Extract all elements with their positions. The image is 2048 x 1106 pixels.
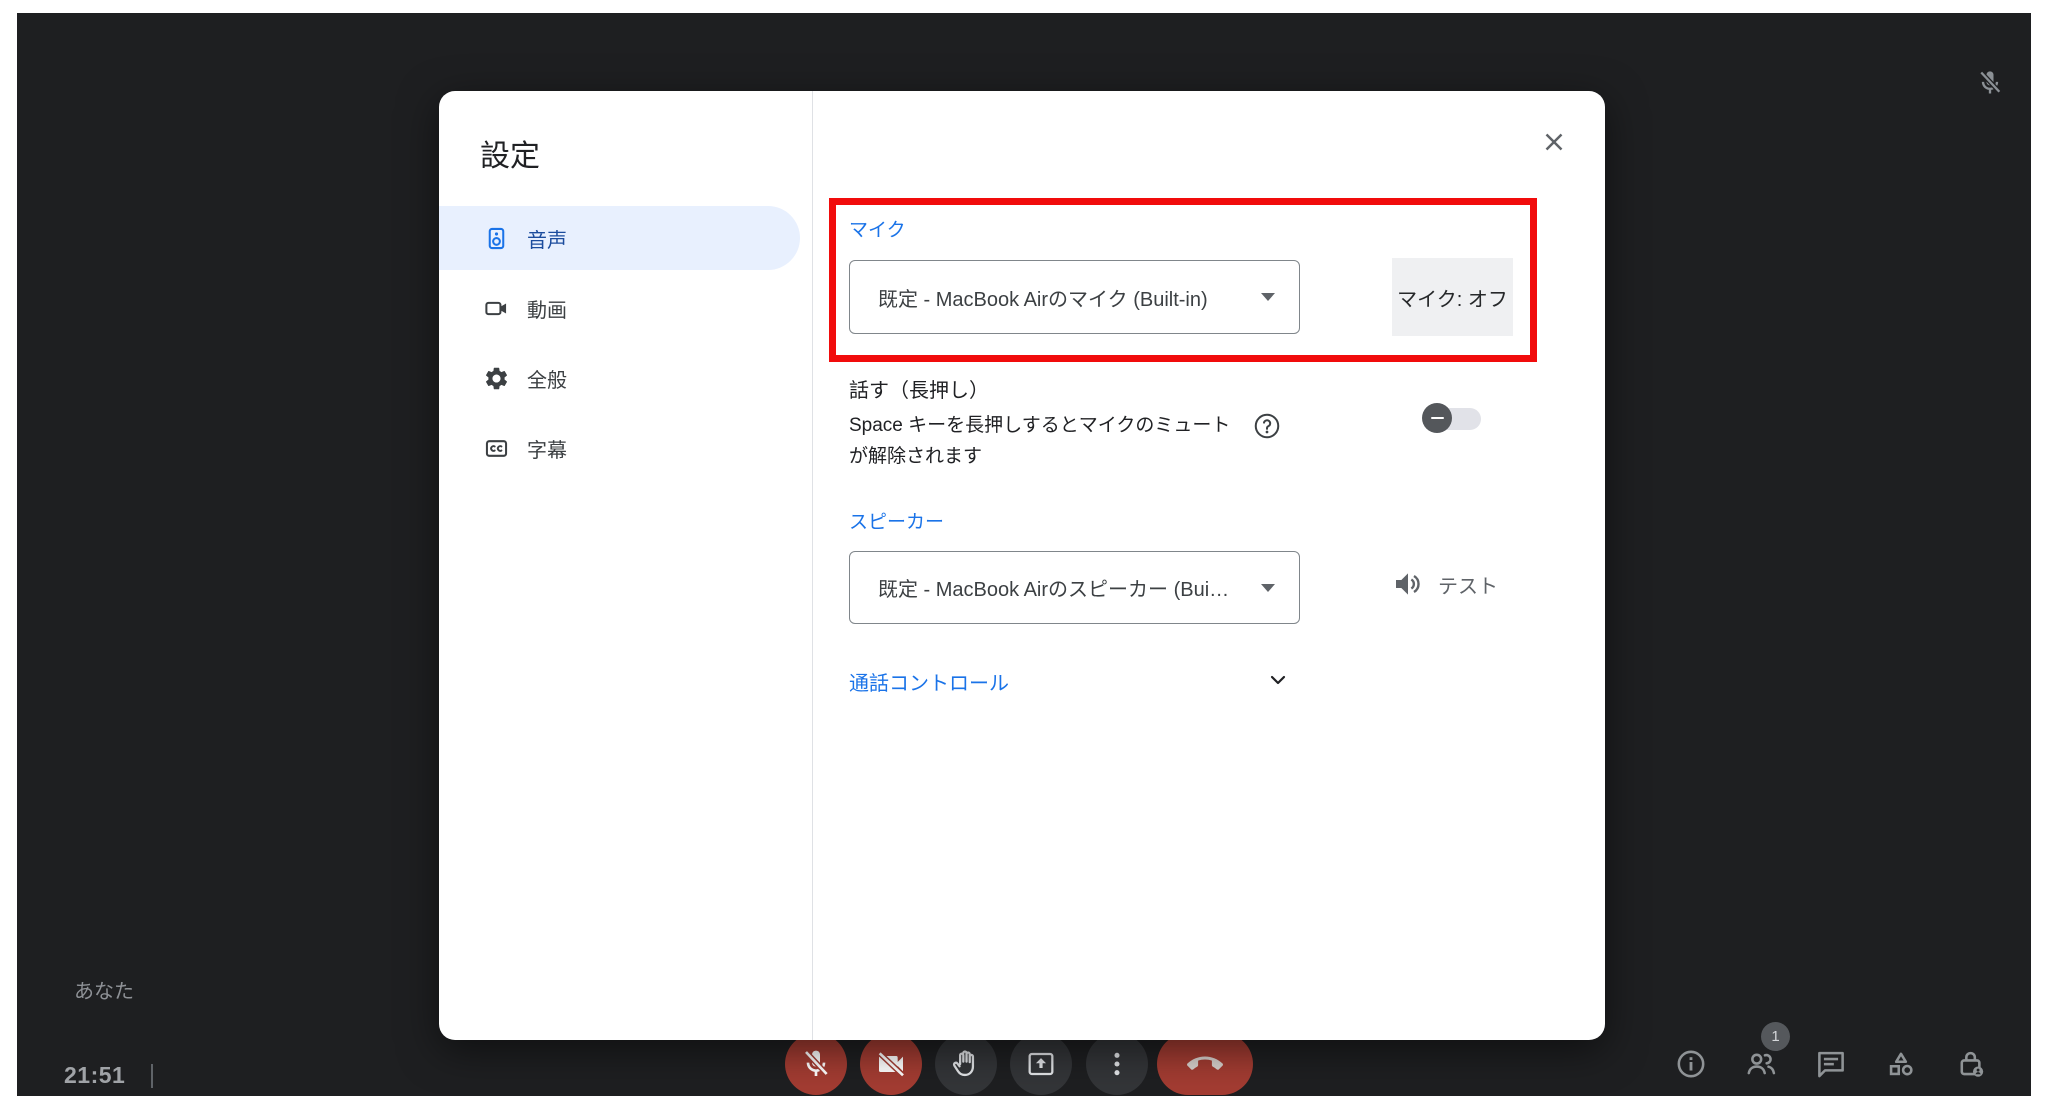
sidebar-item-label: 全般 bbox=[527, 364, 567, 393]
cc-icon bbox=[483, 435, 510, 462]
settings-dialog: 設定 音声 bbox=[439, 91, 1605, 1040]
clock-text: 21:51 bbox=[64, 1062, 125, 1089]
speaker-test-label: テスト bbox=[1438, 570, 1498, 599]
meeting-time: 21:51 bbox=[64, 1062, 153, 1089]
self-tile-name: あなた bbox=[74, 975, 134, 1004]
toggle-off-dash bbox=[1431, 417, 1444, 420]
push-to-talk-description: Space キーを長押しするとマイクのミュートが解除されます bbox=[849, 410, 1241, 472]
chat-icon bbox=[1814, 1047, 1848, 1081]
sidebar-item-label: 動画 bbox=[527, 294, 567, 323]
speaker-section-label: スピーカー bbox=[849, 507, 944, 534]
mic-off-icon bbox=[1976, 69, 2004, 97]
help-icon[interactable] bbox=[1252, 411, 1282, 441]
more-options-button[interactable] bbox=[1086, 1033, 1148, 1095]
speaker-box-icon bbox=[483, 225, 510, 252]
mic-status-badge: マイク: オフ bbox=[1392, 258, 1513, 336]
participants-count-badge: 1 bbox=[1761, 1022, 1790, 1051]
present-icon bbox=[1025, 1048, 1057, 1080]
push-to-talk-toggle[interactable] bbox=[1425, 406, 1481, 430]
raise-hand-button[interactable] bbox=[935, 1033, 997, 1095]
close-button[interactable] bbox=[1535, 123, 1573, 161]
show-participants-button[interactable] bbox=[1744, 1047, 1778, 1081]
dialog-title: 設定 bbox=[480, 131, 540, 175]
speaker-test-button[interactable]: テスト bbox=[1392, 568, 1498, 600]
push-to-talk-title: 話す（長押し） bbox=[849, 374, 989, 403]
end-call-button[interactable] bbox=[1157, 1033, 1253, 1095]
activities-icon bbox=[1884, 1047, 1918, 1081]
close-icon bbox=[1539, 127, 1569, 157]
mic-device-select[interactable]: 既定 - MacBook Airのマイク (Built-in) bbox=[849, 260, 1300, 334]
sidebar-item-general[interactable]: 全般 bbox=[439, 346, 800, 410]
host-controls-button[interactable] bbox=[1954, 1047, 1988, 1081]
chat-button[interactable] bbox=[1814, 1047, 1848, 1081]
sidebar-divider bbox=[812, 91, 813, 1040]
sidebar-item-audio[interactable]: 音声 bbox=[439, 206, 800, 270]
info-icon bbox=[1674, 1047, 1708, 1081]
speaker-device-select[interactable]: 既定 - MacBook Airのスピーカー (Bui… bbox=[849, 551, 1300, 624]
sidebar-item-label: 字幕 bbox=[527, 434, 567, 463]
raise-hand-icon bbox=[950, 1048, 982, 1080]
meeting-details-button[interactable] bbox=[1674, 1047, 1708, 1081]
call-control-link[interactable]: 通話コントロール bbox=[849, 667, 1009, 696]
sidebar-item-video[interactable]: 動画 bbox=[439, 276, 800, 340]
chevron-down-icon[interactable] bbox=[1263, 668, 1293, 692]
people-icon bbox=[1744, 1047, 1778, 1081]
present-screen-button[interactable] bbox=[1010, 1033, 1072, 1095]
google-meet-window: あなた 21:51 bbox=[0, 0, 2048, 1106]
volume-icon bbox=[1392, 568, 1424, 600]
toggle-knob bbox=[1422, 403, 1452, 433]
activities-button[interactable] bbox=[1884, 1047, 1918, 1081]
more-options-icon bbox=[1101, 1048, 1133, 1080]
camera-off-button[interactable] bbox=[860, 1033, 922, 1095]
speaker-device-value: 既定 - MacBook Airのスピーカー (Bui… bbox=[878, 573, 1229, 602]
video-camera-icon bbox=[483, 295, 510, 322]
mute-mic-button[interactable] bbox=[785, 1033, 847, 1095]
mic-off-icon bbox=[800, 1048, 832, 1080]
gear-icon bbox=[483, 365, 510, 392]
sidebar-item-label: 音声 bbox=[527, 224, 567, 253]
divider bbox=[151, 1064, 153, 1088]
sidebar-item-captions[interactable]: 字幕 bbox=[439, 416, 800, 480]
camera-off-icon bbox=[875, 1048, 907, 1080]
dropdown-arrow-icon bbox=[1261, 293, 1275, 301]
host-controls-icon bbox=[1954, 1047, 1988, 1081]
mic-device-value: 既定 - MacBook Airのマイク (Built-in) bbox=[878, 283, 1208, 312]
mic-section-label: マイク bbox=[849, 215, 906, 242]
dropdown-arrow-icon bbox=[1261, 584, 1275, 592]
end-call-icon bbox=[1187, 1046, 1223, 1082]
